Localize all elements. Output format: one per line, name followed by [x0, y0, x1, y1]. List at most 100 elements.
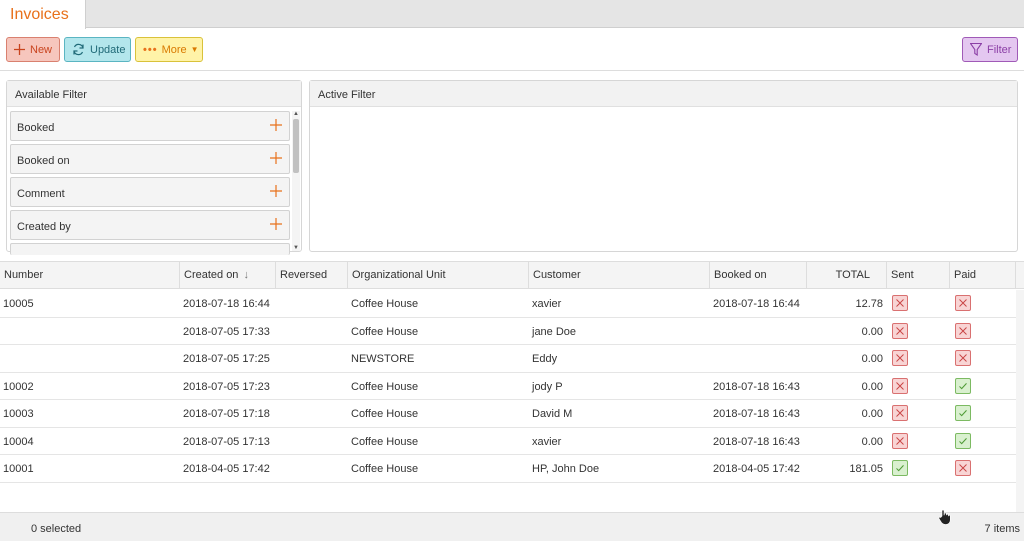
grid-scrollbar[interactable] — [1016, 290, 1024, 512]
cell-customer: jody P — [532, 380, 563, 393]
x-box-icon — [892, 322, 908, 339]
filter-item-label: Created by — [17, 221, 71, 233]
column-header-org-unit[interactable]: Organizational Unit — [348, 262, 529, 289]
column-header-total[interactable]: TOTAL — [807, 262, 887, 289]
column-header-created-on[interactable]: Created on ↓ — [180, 262, 276, 289]
filter-item-label: Booked on — [17, 155, 70, 167]
filter-item[interactable]: Booked on — [10, 144, 290, 174]
cell-number: 10001 — [3, 463, 34, 475]
filter-item-label: Comment — [17, 188, 65, 200]
cell-reversed — [276, 428, 348, 455]
cell-created-on: 2018-07-05 17:18 — [183, 408, 270, 420]
update-button[interactable]: Update — [64, 37, 131, 62]
funnel-icon — [970, 43, 982, 56]
cell-org-unit: Coffee House — [351, 463, 419, 475]
x-box-icon — [955, 295, 971, 311]
cell-created-on: 2018-07-05 17:25 — [183, 353, 270, 365]
more-button[interactable]: ••• More ▼ — [135, 37, 203, 62]
check-box-icon — [955, 405, 971, 421]
hand-cursor-icon — [938, 509, 951, 525]
filter-button[interactable]: Filter — [962, 37, 1018, 62]
cell-number — [0, 345, 180, 372]
cell-created-on: 2018-07-05 17:23 — [183, 380, 270, 393]
cell-reversed — [276, 455, 348, 482]
cell-number — [0, 318, 180, 345]
update-button-label: Update — [90, 43, 126, 56]
tab-invoices[interactable]: Invoices — [0, 0, 86, 29]
table-row[interactable]: 10005 2018-07-18 16:44 Coffee House xavier 2… — [0, 290, 1016, 318]
scroll-down-icon[interactable]: ▼ — [292, 245, 300, 251]
filter-item-partial[interactable] — [10, 243, 290, 255]
cell-total: 0.00 — [861, 408, 883, 420]
cell-customer: xavier — [532, 298, 562, 310]
cell-created-on: 2018-04-05 17:42 — [183, 463, 270, 475]
refresh-icon — [72, 43, 85, 56]
x-box-icon — [955, 350, 971, 366]
plus-icon[interactable] — [268, 117, 284, 133]
filter-item[interactable]: Booked — [10, 111, 290, 141]
more-button-label: More — [161, 43, 187, 56]
cell-number: 10002 — [3, 380, 34, 393]
cell-booked-on: 2018-04-05 17:42 — [713, 463, 800, 475]
dots-icon: ••• — [143, 43, 158, 56]
item-count: 7 items — [984, 523, 1020, 535]
active-filter-panel: Active Filter — [309, 80, 1018, 252]
plus-icon[interactable] — [268, 216, 284, 232]
table-row[interactable]: 10003 2018-07-05 17:18 Coffee House David M… — [0, 400, 1016, 428]
filter-item[interactable]: Comment — [10, 177, 290, 207]
cell-customer: HP, John Doe — [532, 463, 600, 475]
table-row[interactable]: 10002 2018-07-05 17:23 Coffee House jody P 2… — [0, 373, 1016, 400]
cell-created-on: 2018-07-05 17:33 — [183, 325, 270, 338]
tab-bar: Invoices — [0, 0, 1024, 29]
table-row[interactable]: 10001 2018-04-05 17:42 Coffee House HP, Joh… — [0, 455, 1016, 483]
table-row[interactable]: 2018-07-05 17:33 Coffee House jane Doe 0.00 — [0, 318, 1016, 345]
column-header-reversed[interactable]: Reversed — [276, 262, 348, 289]
check-box-icon — [892, 460, 908, 476]
cell-org-unit: Coffee House — [351, 408, 419, 420]
filter-item[interactable]: Created by — [10, 210, 290, 240]
table-row[interactable]: 10004 2018-07-05 17:13 Coffee House xavier 2… — [0, 428, 1016, 455]
grid-header: Number Created on ↓ Reversed Organization… — [0, 262, 1024, 289]
cell-number: 10004 — [3, 435, 34, 448]
cell-booked-on — [710, 318, 807, 345]
invoices-grid: Number Created on ↓ Reversed Organization… — [0, 261, 1024, 512]
check-box-icon — [955, 377, 971, 394]
new-button[interactable]: New — [6, 37, 60, 62]
cell-total: 0.00 — [861, 353, 883, 365]
x-box-icon — [955, 460, 971, 476]
cell-booked-on: 2018-07-18 16:44 — [713, 298, 800, 310]
column-header-sent[interactable]: Sent — [887, 262, 950, 289]
cell-customer: xavier — [532, 435, 562, 448]
filter-item-label: Booked — [17, 122, 55, 134]
caret-down-icon: ▼ — [190, 45, 199, 54]
available-filter-title: Available Filter — [7, 81, 301, 107]
cell-created-on: 2018-07-05 17:13 — [183, 435, 270, 448]
filter-button-label: Filter — [987, 43, 1012, 56]
cell-customer: jane Doe — [532, 325, 577, 338]
plus-icon[interactable] — [268, 150, 284, 166]
cell-reversed — [276, 318, 348, 345]
plus-icon[interactable] — [268, 183, 284, 199]
available-filter-list: Booked Booked on Comment Created by — [10, 111, 290, 258]
cell-booked-on: 2018-07-18 16:43 — [713, 435, 800, 448]
cell-booked-on: 2018-07-18 16:43 — [713, 408, 800, 420]
column-header-booked-on[interactable]: Booked on — [710, 262, 807, 289]
x-box-icon — [892, 432, 908, 449]
scrollbar-thumb[interactable] — [293, 119, 299, 173]
column-header-paid[interactable]: Paid — [950, 262, 1016, 289]
filter-list-scrollbar[interactable]: ▲ ▼ — [292, 111, 300, 251]
cell-org-unit: Coffee House — [351, 380, 419, 393]
cell-reversed — [276, 400, 348, 427]
cell-number: 10005 — [3, 298, 34, 310]
cell-total: 0.00 — [861, 325, 883, 338]
cell-reversed — [276, 345, 348, 372]
scroll-up-icon[interactable]: ▲ — [292, 111, 300, 117]
column-header-number[interactable]: Number — [0, 262, 180, 289]
table-row[interactable]: 2018-07-05 17:25 NEWSTORE Eddy 0.00 — [0, 345, 1016, 373]
cell-number: 10003 — [3, 408, 34, 420]
x-box-icon — [892, 377, 908, 394]
check-box-icon — [955, 432, 971, 449]
cell-created-on: 2018-07-18 16:44 — [183, 298, 270, 310]
selected-count: 0 selected — [31, 523, 82, 535]
column-header-customer[interactable]: Customer — [529, 262, 710, 289]
